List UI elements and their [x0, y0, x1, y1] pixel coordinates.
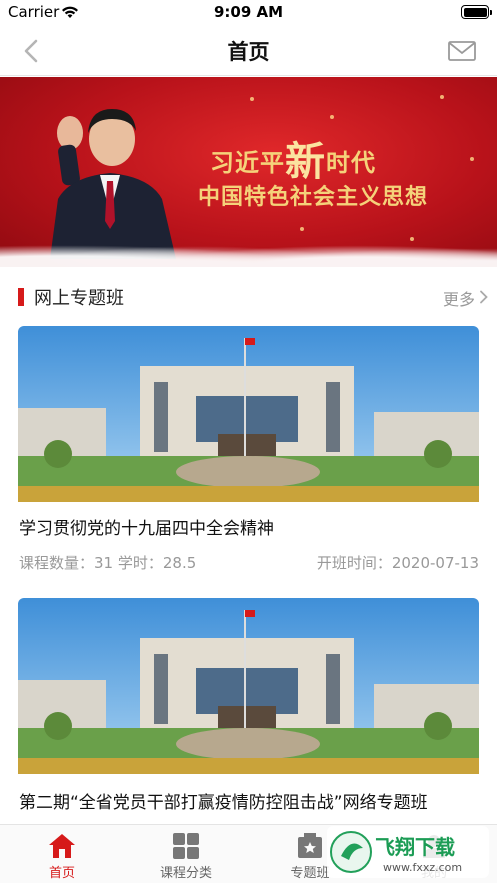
course-meta: 课程数量：31 学时：28.5	[19, 554, 197, 572]
course-start-date: 开班时间：2020-07-13	[316, 554, 479, 572]
section-title: 网上专题班	[34, 288, 124, 309]
tab-home-label: 首页	[48, 866, 75, 881]
more-link[interactable]: 更多	[443, 286, 475, 310]
course-title[interactable]: 第二期“全省党员干部打赢疫情防控阻击战”网络专题班	[19, 788, 477, 813]
banner-headline-post: 时代	[326, 149, 376, 177]
banner-cloud-decoration	[0, 227, 497, 267]
nav-bar: 首页	[0, 26, 497, 76]
svg-text:www.fxxz.com: www.fxxz.com	[383, 861, 462, 874]
section-header: 网上专题班 更多	[0, 280, 497, 314]
battery-icon	[461, 5, 492, 19]
banner-headline-pre: 习近平	[210, 149, 285, 177]
tab-categories-label: 课程分类	[159, 866, 212, 881]
app-screen: Carrier 9:09 AM 首页 习近平新时代 中国特色社会主义思想 网上专…	[0, 0, 497, 883]
sparkle	[470, 157, 474, 161]
sparkle	[330, 115, 334, 119]
page-title: 首页	[227, 40, 270, 64]
clock: 9:09 AM	[213, 3, 284, 21]
tab-home[interactable]: 首页	[0, 825, 124, 883]
banner-subheadline: 中国特色社会主义思想	[198, 185, 429, 210]
tab-categories[interactable]: 课程分类	[124, 825, 248, 883]
course-thumbnail-image	[18, 326, 479, 502]
star-board-icon	[298, 833, 322, 858]
mail-icon[interactable]	[447, 38, 477, 64]
section-accent-bar	[18, 288, 24, 306]
sparkle	[250, 97, 254, 101]
status-bar: Carrier 9:09 AM	[0, 0, 497, 26]
home-icon	[49, 834, 75, 858]
grid-icon	[173, 833, 199, 859]
course-title[interactable]: 学习贯彻党的十九届四中全会精神	[19, 514, 477, 539]
course-card[interactable]: 第二期“全省党员干部打赢疫情防控阻击战”网络专题班	[18, 598, 479, 823]
course-thumbnail-image	[18, 598, 479, 774]
course-card[interactable]: 学习贯彻党的十九届四中全会精神 课程数量：31 学时：28.5 开班时间：202…	[18, 326, 479, 576]
svg-text:飞翔下载: 飞翔下载	[375, 835, 455, 859]
chevron-right-icon[interactable]	[479, 290, 489, 304]
hero-banner[interactable]: 习近平新时代 中国特色社会主义思想	[0, 77, 497, 267]
site-watermark-logo: 飞翔下载 www.fxxz.com	[327, 826, 489, 878]
sparkle	[440, 95, 444, 99]
banner-headline-big: 新	[285, 138, 326, 185]
